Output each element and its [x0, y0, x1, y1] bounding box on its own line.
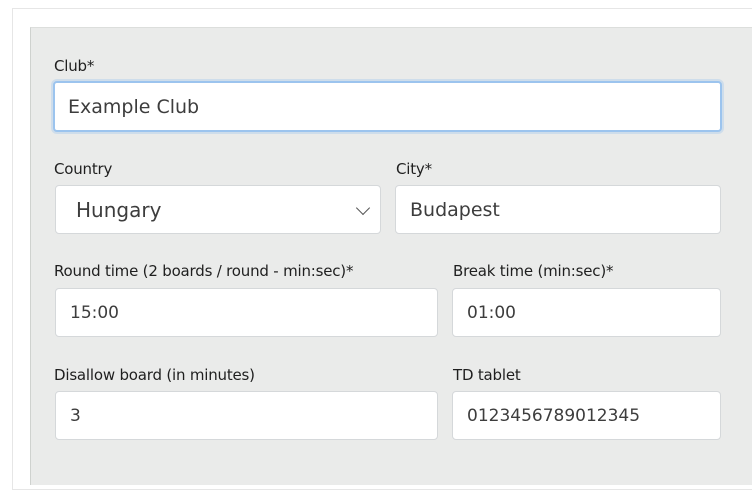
- club-input[interactable]: Example Club: [53, 81, 722, 132]
- country-select-value: Hungary: [76, 197, 162, 222]
- disallow-board-label: Disallow board (in minutes): [54, 366, 255, 384]
- disallow-board-input[interactable]: 3: [55, 391, 438, 440]
- city-label: City*: [396, 160, 432, 178]
- chevron-down-icon: [355, 200, 371, 215]
- country-select[interactable]: Hungary: [55, 185, 381, 234]
- round-time-label: Round time (2 boards / round - min:sec)*: [54, 262, 354, 280]
- td-tablet-label: TD tablet: [453, 366, 521, 384]
- country-label: Country: [54, 160, 113, 178]
- club-label: Club*: [54, 57, 95, 75]
- break-time-label: Break time (min:sec)*: [453, 262, 614, 280]
- round-time-input[interactable]: 15:00: [55, 288, 438, 337]
- city-input[interactable]: Budapest: [395, 185, 721, 234]
- td-tablet-input[interactable]: 0123456789012345: [452, 391, 721, 440]
- break-time-input[interactable]: 01:00: [452, 288, 721, 337]
